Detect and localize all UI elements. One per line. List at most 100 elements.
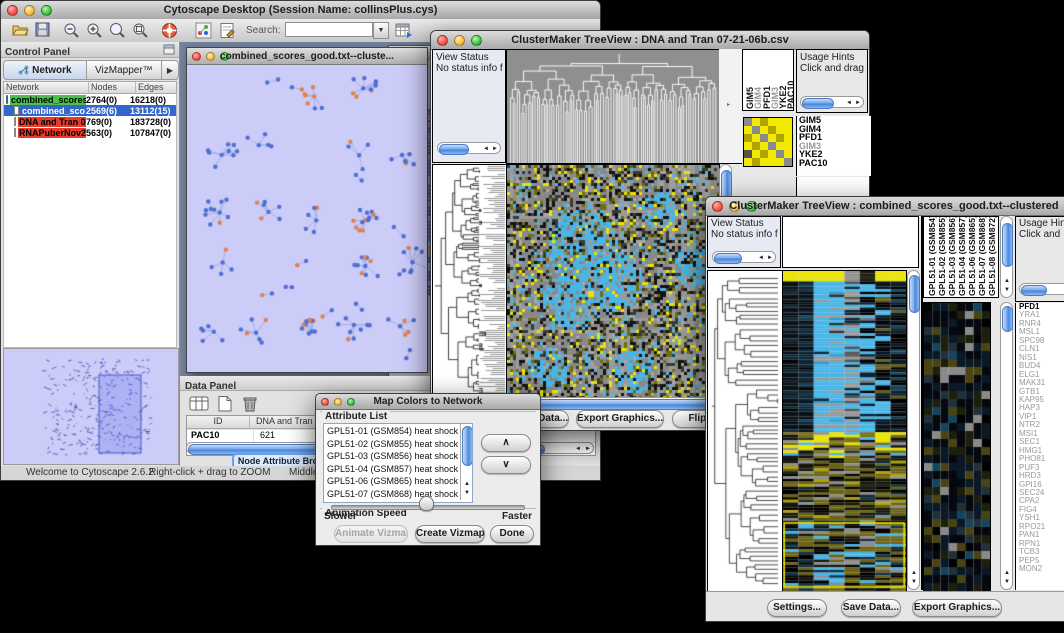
scroll-right-arrow[interactable]: ► (585, 444, 591, 454)
treeview2-column-label[interactable]: GPL51-06 (GSM865) (967, 217, 977, 296)
table-import-icon[interactable] (395, 22, 413, 39)
save-data-button[interactable]: Save Data... (841, 599, 901, 617)
cluster-matrix-cell[interactable] (744, 142, 752, 150)
cluster-matrix-cell[interactable] (776, 142, 784, 150)
export-graphics-button[interactable]: Export Graphics... (576, 410, 664, 428)
dialog-title-bar[interactable]: Map Colors to Network (316, 394, 540, 410)
usage-hints-hscrollbar[interactable] (1019, 283, 1064, 295)
tab-vizmapper[interactable]: VizMapper™ (87, 61, 161, 79)
settings-button[interactable]: Settings... (767, 599, 827, 617)
scroll-left-arrow[interactable]: ◄ (758, 253, 764, 263)
zoom-selected-icon[interactable] (132, 22, 149, 39)
scroll-left-arrow[interactable]: ◄ (575, 444, 581, 454)
new-attribute-icon[interactable] (216, 395, 234, 413)
scroll-down-arrow[interactable]: ▼ (1004, 577, 1010, 587)
zoom-fit-icon[interactable] (109, 22, 126, 39)
attribute-listbox[interactable]: GPL51-01 (GSM854) heat shock 05 minGPL51… (323, 423, 473, 503)
cluster-matrix-cell[interactable] (744, 126, 752, 134)
tab-network[interactable]: Network (4, 61, 87, 79)
search-input[interactable] (285, 22, 373, 37)
network-list-row[interactable]: combined_sco2569(6)13112(15) (3, 105, 177, 116)
cluster-matrix-cell[interactable] (744, 118, 752, 126)
save-session-icon[interactable] (35, 22, 51, 38)
treeview2-gene-label[interactable]: MON2 (1019, 565, 1064, 573)
view-status-hscrollbar[interactable]: ◄ ► (437, 142, 501, 154)
annotation-icon[interactable] (219, 22, 236, 39)
treeview2-column-label[interactable]: GPL51-08 (GSM872) (987, 217, 997, 296)
network-frame-combined[interactable]: combined_scores_good.txt--cluste... (186, 47, 428, 373)
cluster-matrix-cell[interactable] (760, 158, 768, 166)
cluster-matrix-cell[interactable] (784, 142, 792, 150)
network-graph-view[interactable] (187, 65, 425, 371)
scroll-right-arrow[interactable]: ► (767, 253, 773, 263)
network-name-cell[interactable]: RNAPuberNov2+ (4, 127, 86, 138)
network-list-row[interactable]: DNA and Tran 07769(0)183728(0) (3, 116, 177, 127)
cluster-matrix-cell[interactable] (784, 150, 792, 158)
treeview1-column-label[interactable]: GIM4 (753, 51, 761, 109)
vizmapper-icon[interactable] (195, 22, 212, 39)
cluster-matrix-cell[interactable] (752, 118, 760, 126)
data-column-id[interactable]: ID (187, 416, 250, 428)
search-dropdown-button[interactable]: ▼ (373, 22, 389, 39)
attribute-list-item[interactable]: GPL51-06 (GSM865) heat shock 40 min (327, 475, 472, 488)
attribute-list-item[interactable]: GPL51-04 (GSM857) heat shock 20 min (327, 463, 472, 476)
done-button[interactable]: Done (490, 525, 534, 543)
treeview2-zoom-vscrollbar[interactable]: ▲ ▼ (1000, 302, 1013, 590)
attribute-list-item[interactable]: GPL51-01 (GSM854) heat shock 05 min (327, 425, 472, 438)
treeview1-column-label[interactable]: PAC10 (786, 51, 794, 109)
cluster-matrix-cell[interactable] (752, 158, 760, 166)
treeview2-column-dendrogram-area[interactable] (782, 216, 919, 268)
cluster-matrix-cell[interactable] (760, 142, 768, 150)
treeview2-column-label[interactable]: GPL51-02 (GSM855) (937, 217, 947, 296)
cluster-matrix-cell[interactable] (784, 126, 792, 134)
cluster-matrix-cell[interactable] (744, 150, 752, 158)
help-icon[interactable] (161, 22, 178, 39)
cluster-matrix-cell[interactable] (768, 158, 776, 166)
treeview1-title-bar[interactable]: ClusterMaker TreeView : DNA and Tran 07-… (431, 31, 869, 50)
treeview2-column-label[interactable]: GPL51-01 (GSM854) (927, 217, 937, 296)
treeview2-zoom-heatmap[interactable] (923, 302, 991, 592)
treeview1-column-label[interactable]: GIM3 (770, 51, 778, 109)
treeview2-column-label[interactable]: GPL51-04 (GSM857) (957, 217, 967, 296)
cluster-matrix-cell[interactable] (776, 126, 784, 134)
slider-thumb[interactable] (419, 496, 434, 511)
cluster-matrix-cell[interactable] (776, 150, 784, 158)
cluster-matrix-cell[interactable] (760, 126, 768, 134)
cluster-matrix-cell[interactable] (760, 134, 768, 142)
open-session-icon[interactable] (11, 22, 29, 38)
cluster-matrix-cell[interactable] (768, 142, 776, 150)
cluster-matrix-cell[interactable] (744, 158, 752, 166)
attribute-list-item[interactable]: GPL51-02 (GSM855) heat shock 10 min (327, 438, 472, 451)
cluster-matrix-cell[interactable] (776, 118, 784, 126)
cluster-matrix-cell[interactable] (768, 118, 776, 126)
treeview1-column-dendrogram[interactable] (506, 49, 720, 164)
scroll-down-arrow[interactable]: ▼ (1004, 285, 1010, 295)
attribute-list-item[interactable]: GPL51-03 (GSM856) heat shock 15 min (327, 450, 472, 463)
select-attributes-icon[interactable] (189, 395, 209, 413)
cluster-matrix-cell[interactable] (768, 126, 776, 134)
attribute-list-vscrollbar[interactable]: ▲ ▼ (460, 424, 472, 500)
cluster-matrix-cell[interactable] (744, 134, 752, 142)
create-vizmap-button[interactable]: Create Vizmap (415, 525, 485, 543)
animate-vizmap-button[interactable]: Animate Vizmap (334, 525, 408, 543)
treeview1-column-label[interactable]: PFD1 (762, 51, 770, 109)
main-title-bar[interactable]: Cytoscape Desktop (Session Name: collins… (1, 1, 600, 20)
cluster-matrix-cell[interactable] (760, 118, 768, 126)
delete-attribute-icon[interactable] (241, 395, 259, 413)
treeview1-zoom-gene-label[interactable]: PAC10 (799, 159, 871, 168)
cluster-matrix-cell[interactable] (776, 134, 784, 142)
scroll-right-arrow[interactable]: ► (855, 98, 861, 108)
cluster-matrix-cell[interactable] (752, 126, 760, 134)
cluster-matrix-cell[interactable] (784, 158, 792, 166)
treeview1-zoom-heatmap[interactable] (743, 117, 793, 167)
export-graphics-button[interactable]: Export Graphics... (912, 599, 1002, 617)
network-overview-thumbnail[interactable] (3, 348, 179, 465)
tab-overflow-button[interactable]: ▶ (161, 61, 178, 79)
cluster-matrix-cell[interactable] (768, 150, 776, 158)
scroll-right-arrow[interactable]: ► (492, 144, 498, 154)
network-name-cell[interactable]: DNA and Tran 07 (4, 116, 86, 127)
treeview2-heatmap[interactable] (782, 270, 907, 592)
treeview2-labels-vscrollbar[interactable]: ▲ ▼ (1000, 216, 1013, 298)
column-header-nodes[interactable]: Nodes (89, 82, 136, 93)
scroll-left-arrow[interactable]: ◄ (846, 98, 852, 108)
